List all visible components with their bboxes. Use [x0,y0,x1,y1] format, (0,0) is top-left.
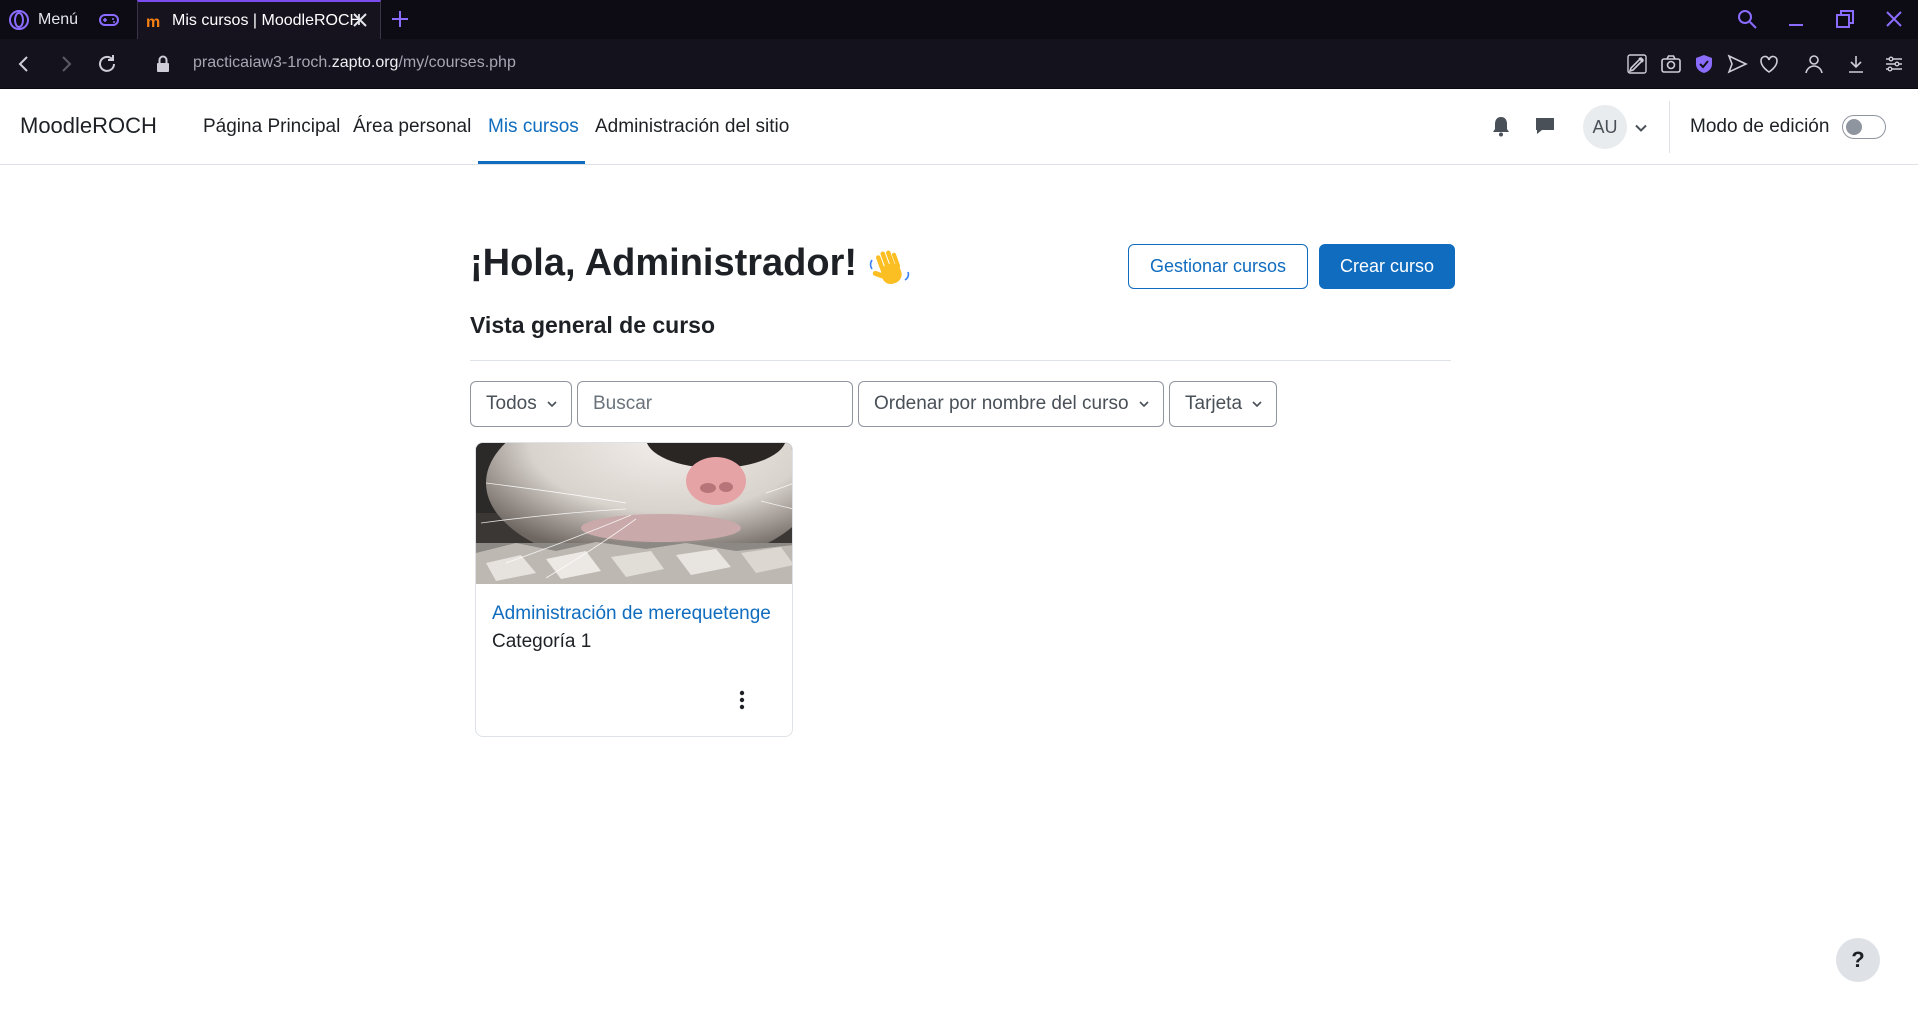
url-path: /my/courses.php [398,54,516,71]
search-input[interactable] [577,381,853,427]
site-brand[interactable]: MoodleROCH [20,113,157,139]
grouping-value: Todos [486,393,537,414]
minimize-icon[interactable] [1784,7,1808,31]
help-button[interactable]: ? [1836,938,1880,982]
settings-icon[interactable] [1882,52,1906,76]
chevron-down-icon[interactable] [1634,121,1648,135]
vpn-shield-icon[interactable] [1692,52,1716,76]
url-prefix: practicaiaw3-1roch. [193,54,332,71]
nav-link-dashboard[interactable]: Área personal [353,116,471,138]
sort-dropdown[interactable]: Ordenar por nombre del curso [858,381,1164,427]
gx-tab-button[interactable] [98,0,126,39]
sort-value: Ordenar por nombre del curso [874,393,1129,414]
tab-title: Mis cursos | MoodleROCH [172,11,362,29]
edit-mode-label: Modo de edición [1690,116,1830,137]
section-divider [470,360,1451,361]
browser-tab-strip: Menú m Mis cursos | MoodleROCH [0,0,1918,39]
nav-link-home[interactable]: Página Principal [203,116,340,138]
page-greeting: ¡Hola, Administrador! [470,242,858,284]
lock-icon[interactable] [151,52,175,76]
moodle-favicon: m [146,14,160,29]
avatar[interactable]: AU [1583,105,1627,149]
manage-courses-button[interactable]: Gestionar cursos [1128,244,1308,289]
browser-menu-label: Menú [38,10,79,28]
url-domain: zapto.org [331,54,399,71]
wave-icon [869,250,910,285]
camera-icon[interactable] [1659,52,1683,76]
gamepad-icon [99,13,119,26]
site-navbar: MoodleROCH Página Principal Área persona… [0,89,1918,165]
heart-icon[interactable] [1757,52,1781,76]
chat-icon[interactable] [1532,113,1558,139]
view-value: Tarjeta [1185,393,1243,414]
nav-link-my-courses[interactable]: Mis cursos [488,116,579,138]
active-nav-indicator [478,161,585,164]
create-course-button[interactable]: Crear curso [1319,244,1455,289]
bell-icon[interactable] [1488,113,1514,139]
chevron-down-icon [1139,401,1149,408]
plus-icon[interactable] [389,8,411,30]
svg-text:m: m [146,14,160,29]
course-image[interactable] [476,443,793,584]
back-icon[interactable] [12,52,36,76]
nav-link-site-admin[interactable]: Administración del sitio [595,116,789,138]
browser-tab-active[interactable]: m Mis cursos | MoodleROCH [137,0,381,39]
close-icon[interactable] [350,10,370,30]
browser-address-bar: practicaiaw3-1roch.zapto.org/my/courses.… [0,39,1918,89]
search-icon[interactable] [1735,7,1759,31]
course-category: Categoría 1 [492,631,592,652]
chevron-down-icon [1252,401,1262,408]
grouping-dropdown[interactable]: Todos [470,381,572,427]
send-icon[interactable] [1725,52,1749,76]
download-icon[interactable] [1844,52,1868,76]
reload-icon[interactable] [95,52,119,76]
snapshot-icon[interactable] [1625,52,1649,76]
url-text[interactable]: practicaiaw3-1roch.zapto.org/my/courses.… [193,54,516,72]
navbar-separator [1669,101,1670,153]
chevron-down-icon [547,401,557,408]
opera-icon [9,9,29,30]
edit-mode-toggle[interactable] [1842,115,1886,139]
account-icon[interactable] [1802,52,1826,76]
course-name-link[interactable]: Administración de merequetenge [492,603,771,625]
close-window-icon[interactable] [1882,7,1906,31]
forward-icon[interactable] [54,52,78,76]
kebab-menu-icon[interactable] [728,686,756,714]
toggle-knob [1846,119,1862,135]
view-dropdown[interactable]: Tarjeta [1169,381,1277,427]
restore-icon[interactable] [1833,7,1857,31]
section-title: Vista general de curso [470,312,716,338]
